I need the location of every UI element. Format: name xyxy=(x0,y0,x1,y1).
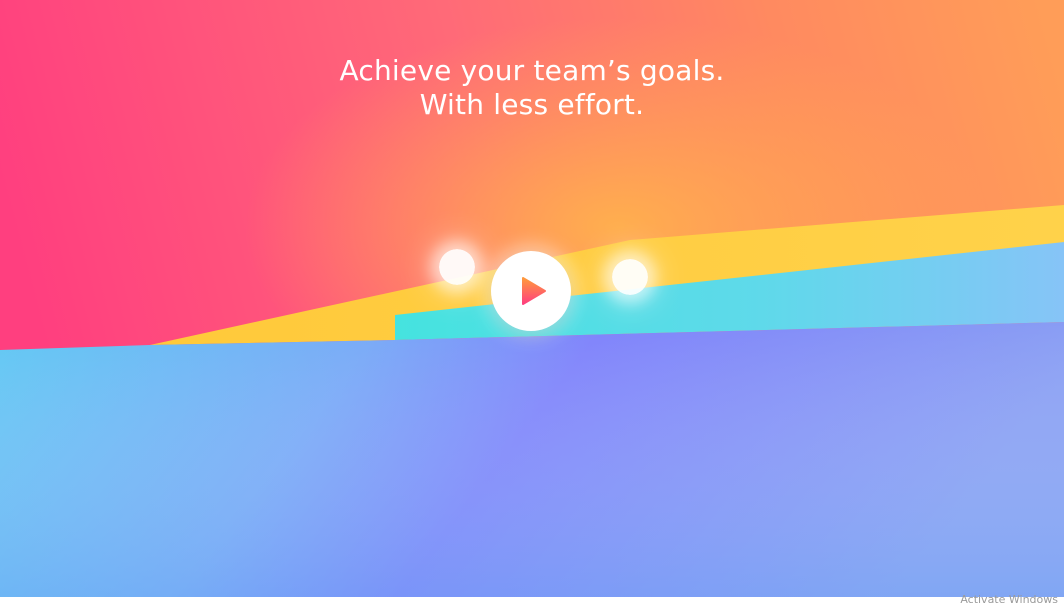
glow-dot-left xyxy=(439,249,475,285)
play-video-button[interactable] xyxy=(491,251,571,331)
blue-band-shade xyxy=(0,322,1064,597)
play-icon xyxy=(522,277,546,305)
glow-dot-right xyxy=(612,259,648,295)
headline-line-1: Achieve your team’s goals. xyxy=(339,54,725,87)
hero-headline: Achieve your team’s goals. With less eff… xyxy=(0,54,1064,122)
hero-section: Achieve your team’s goals. With less eff… xyxy=(0,0,1064,597)
activate-windows-watermark: Activate Windows xyxy=(960,593,1058,606)
headline-line-2: With less effort. xyxy=(419,88,645,121)
